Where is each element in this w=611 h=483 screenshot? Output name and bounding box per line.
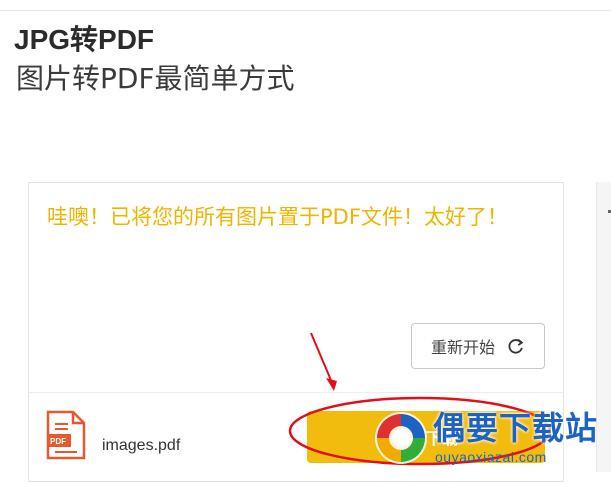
top-rule [0, 0, 611, 11]
watermark-url: ouyaoxiazai.com [435, 449, 547, 465]
restart-label: 重新开始 [430, 338, 495, 357]
circle-logo-icon [375, 412, 427, 464]
pdf-file-icon: PDF [46, 410, 86, 460]
pdf-icon-text: PDF [50, 437, 66, 446]
refresh-icon [508, 338, 524, 354]
watermark: 偶要下载站 ouyaoxiazai.com [373, 400, 611, 472]
file-name: images.pdf [102, 437, 181, 454]
page-title: JPG转PDF [14, 24, 155, 55]
restart-button[interactable]: 重新开始 [411, 323, 545, 369]
watermark-brand: 偶要下载站 [433, 409, 599, 447]
success-message: 哇噢！已将您的所有图片置于PDF文件！太好了！ [47, 205, 508, 229]
page-subtitle: 图片转PDF最简单方式 [16, 62, 295, 95]
page-header: JPG转PDF 图片转PDF最简单方式 [14, 24, 295, 96]
